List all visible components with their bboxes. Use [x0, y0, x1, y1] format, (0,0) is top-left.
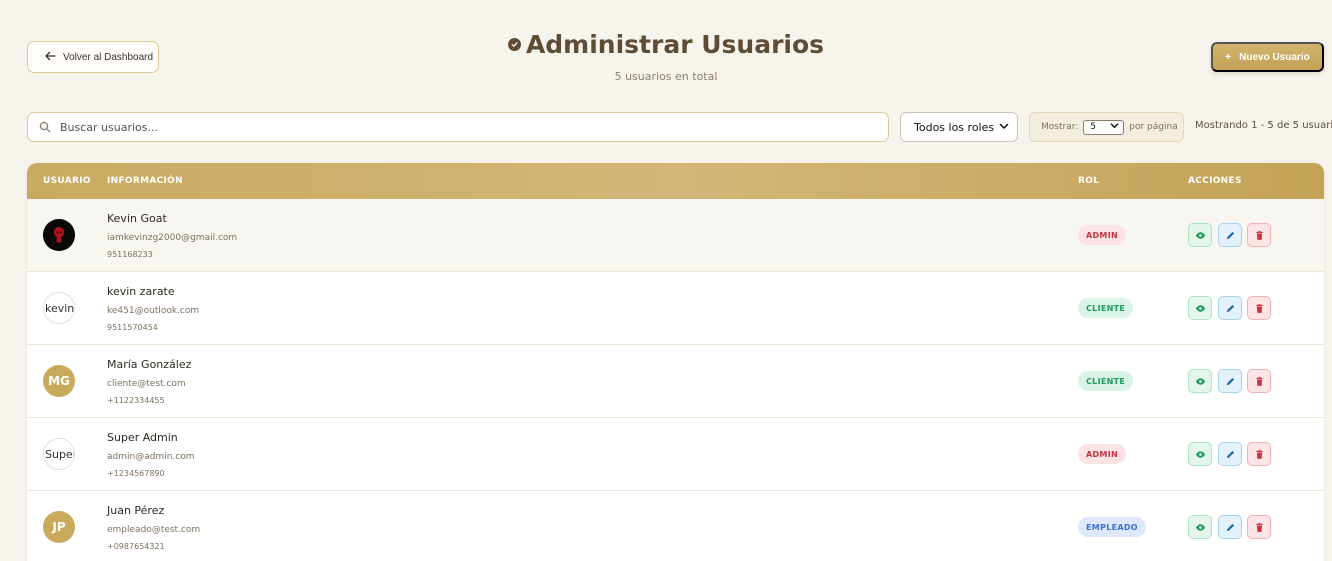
per-page-select[interactable]: 5: [1083, 119, 1125, 135]
show-label: Mostrar:: [1041, 122, 1079, 132]
column-header-rol: ROL: [1078, 176, 1100, 186]
new-user-label: Nuevo Usuario: [1239, 51, 1310, 63]
page-header: Administrar Usuarios 5 usuarios en total: [0, 30, 1332, 83]
edit-user-button[interactable]: [1218, 223, 1242, 247]
per-page-control: Mostrar: 5 por página: [1029, 112, 1184, 142]
pencil-icon: [1225, 226, 1236, 245]
view-user-button[interactable]: [1188, 223, 1212, 247]
role-badge: EMPLEADO: [1078, 517, 1146, 537]
user-name: María González: [107, 358, 192, 371]
user-email: cliente@test.com: [107, 379, 186, 389]
chevron-down-icon: [1110, 121, 1119, 133]
table-row: Kevin Goat iamkevinzg2000@gmail.com 9511…: [27, 199, 1324, 272]
user-name: Super Admin: [107, 431, 178, 444]
user-phone: +0987654321: [107, 542, 165, 551]
delete-user-button[interactable]: [1247, 296, 1271, 320]
avatar: [43, 219, 75, 251]
edit-user-button[interactable]: [1218, 515, 1242, 539]
user-phone: 9511570454: [107, 323, 158, 332]
trash-icon: [1254, 372, 1265, 391]
delete-user-button[interactable]: [1247, 442, 1271, 466]
search-box: [27, 112, 889, 142]
user-phone: +1122334455: [107, 396, 165, 405]
role-badge: ADMIN: [1078, 225, 1126, 245]
edit-user-button[interactable]: [1218, 442, 1242, 466]
column-header-usuario: USUARIO: [43, 176, 91, 186]
pencil-icon: [1225, 445, 1236, 464]
role-badge: CLIENTE: [1078, 298, 1134, 318]
search-icon: [39, 118, 51, 137]
users-table: USUARIO INFORMACIÓN ROL ACCIONES Kevin G…: [27, 163, 1324, 561]
column-header-informacion: INFORMACIÓN: [107, 176, 183, 186]
pencil-icon: [1225, 372, 1236, 391]
view-user-button[interactable]: [1188, 369, 1212, 393]
trash-icon: [1254, 226, 1265, 245]
user-phone: 951168233: [107, 250, 153, 259]
eye-icon: [1195, 299, 1206, 318]
avatar: MG: [43, 365, 75, 397]
user-name: Kevin Goat: [107, 212, 167, 225]
trash-icon: [1254, 299, 1265, 318]
view-user-button[interactable]: [1188, 515, 1212, 539]
eye-icon: [1195, 518, 1206, 537]
user-email: admin@admin.com: [107, 452, 195, 462]
user-name: kevin zarate: [107, 285, 175, 298]
table-header: USUARIO INFORMACIÓN ROL ACCIONES: [27, 163, 1324, 199]
role-badge: ADMIN: [1078, 444, 1126, 464]
delete-user-button[interactable]: [1247, 369, 1271, 393]
showing-range-text: Mostrando 1 - 5 de 5 usuarios: [1195, 120, 1332, 131]
new-user-button[interactable]: + Nuevo Usuario: [1211, 42, 1324, 72]
role-badge: CLIENTE: [1078, 371, 1134, 391]
page-title: Administrar Usuarios: [525, 30, 825, 59]
page-title-wrap: Administrar Usuarios: [507, 30, 825, 59]
table-row: MG María González cliente@test.com +1122…: [27, 345, 1324, 418]
view-user-button[interactable]: [1188, 296, 1212, 320]
role-filter-select[interactable]: Todos los roles: [900, 112, 1018, 142]
trash-icon: [1254, 445, 1265, 464]
per-page-suffix: por página: [1129, 122, 1178, 132]
user-name: Juan Pérez: [107, 504, 165, 517]
avatar: Super: [43, 438, 75, 470]
eye-icon: [1195, 226, 1206, 245]
view-user-button[interactable]: [1188, 442, 1212, 466]
table-row: Super Super Admin admin@admin.com +12345…: [27, 418, 1324, 491]
column-header-acciones: ACCIONES: [1188, 176, 1242, 186]
role-filter-value: Todos los roles: [914, 120, 995, 134]
delete-user-button[interactable]: [1247, 515, 1271, 539]
trash-icon: [1254, 518, 1265, 537]
user-count-subtitle: 5 usuarios en total: [614, 70, 718, 83]
per-page-value: 5: [1090, 122, 1097, 132]
table-row: kevin kevin zarate ke451@outlook.com 951…: [27, 272, 1324, 345]
user-email: iamkevinzg2000@gmail.com: [107, 233, 238, 243]
avatar: kevin: [43, 292, 75, 324]
pencil-icon: [1225, 518, 1236, 537]
user-badge-icon: [507, 38, 521, 51]
eye-icon: [1195, 445, 1206, 464]
user-phone: +1234567890: [107, 469, 165, 478]
avatar: JP: [43, 511, 75, 543]
user-email: empleado@test.com: [107, 525, 201, 535]
eye-icon: [1195, 372, 1206, 391]
plus-icon: +: [1225, 51, 1232, 63]
delete-user-button[interactable]: [1247, 223, 1271, 247]
edit-user-button[interactable]: [1218, 296, 1242, 320]
search-input[interactable]: [60, 120, 888, 134]
table-row: JP Juan Pérez empleado@test.com +0987654…: [27, 491, 1324, 561]
pencil-icon: [1225, 299, 1236, 318]
edit-user-button[interactable]: [1218, 369, 1242, 393]
chevron-down-icon: [999, 121, 1009, 134]
user-email: ke451@outlook.com: [107, 306, 200, 316]
